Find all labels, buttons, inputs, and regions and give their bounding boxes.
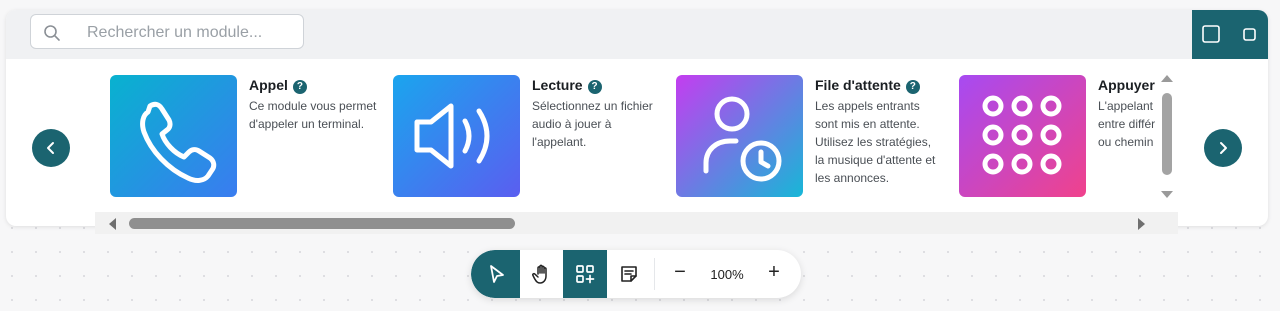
help-icon[interactable]: ? [587, 80, 602, 94]
help-icon[interactable]: ? [292, 80, 307, 94]
restore-icon[interactable] [1243, 28, 1256, 41]
search-icon [44, 25, 60, 41]
note-icon [621, 266, 637, 282]
add-module-tool-button[interactable] [563, 250, 607, 298]
scroll-up-icon[interactable] [1159, 73, 1175, 83]
zoom-out-button[interactable]: − [668, 260, 692, 286]
notes-tool-button[interactable] [607, 250, 651, 298]
scroll-down-icon[interactable] [1159, 190, 1175, 200]
module-title-text: Appel [249, 77, 288, 93]
module-picker-panel: Appel? Ce module vous permet d'appeler u… [6, 10, 1268, 226]
search-input[interactable] [85, 21, 299, 45]
module-card-appuyer[interactable]: Appuyer? L'appelant entre différ ou chem… [959, 75, 1159, 200]
chevron-left-icon [47, 142, 54, 154]
canvas-toolbar: − 100% + [471, 250, 801, 298]
module-description: Les appels entrants sont mis en attente.… [815, 99, 936, 185]
maximize-icon[interactable] [1202, 25, 1220, 43]
module-title: Appel? [249, 77, 307, 94]
cursor-icon [490, 265, 504, 283]
horizontal-scroll-thumb[interactable] [129, 218, 515, 229]
module-description: Sélectionnez un fichier audio à jouer à … [532, 99, 653, 149]
carousel-next-button[interactable] [1204, 129, 1242, 167]
hand-icon [532, 264, 547, 284]
module-title-text: File d'attente [815, 77, 901, 93]
help-icon[interactable]: ? [905, 80, 920, 94]
module-card-file-attente[interactable]: File d'attente? Les appels entrants sont… [676, 75, 946, 200]
zoom-level: 100% [710, 267, 744, 282]
scroll-right-icon[interactable] [1137, 217, 1147, 231]
module-tile-appuyer[interactable] [959, 75, 1086, 197]
toolbar-divider [654, 258, 655, 290]
module-card-appel[interactable]: Appel? Ce module vous permet d'appeler u… [110, 75, 380, 200]
vertical-scroll-thumb[interactable] [1162, 93, 1172, 175]
vertical-scrollbar[interactable] [1156, 59, 1178, 209]
search-box[interactable] [30, 14, 304, 49]
chevron-right-icon [1220, 142, 1227, 154]
phone-icon [140, 101, 217, 183]
module-tile-lecture[interactable] [393, 75, 520, 197]
module-description: Ce module vous permet d'appeler un termi… [249, 99, 377, 131]
select-tool-button[interactable] [471, 250, 520, 298]
pan-tool-button[interactable] [520, 250, 564, 298]
module-description: L'appelant entre différ ou chemin [1098, 99, 1156, 149]
horizontal-scrollbar[interactable] [95, 212, 1178, 234]
module-tile-file-attente[interactable] [676, 75, 803, 197]
zoom-in-button[interactable]: + [762, 260, 786, 286]
module-title: File d'attente? [815, 77, 920, 94]
carousel-prev-button[interactable] [32, 129, 70, 167]
window-controls [1192, 10, 1268, 59]
module-title-text: Lecture [532, 77, 583, 93]
keypad-icon [982, 95, 1062, 175]
module-tile-appel[interactable] [110, 75, 237, 197]
module-card-lecture[interactable]: Lecture? Sélectionnez un fichier audio à… [393, 75, 663, 200]
scroll-left-icon[interactable] [107, 217, 117, 231]
user-clock-icon [703, 96, 782, 182]
panel-header [6, 10, 1268, 59]
module-title: Lecture? [532, 77, 602, 94]
speaker-icon [414, 103, 490, 169]
grid-plus-icon [576, 265, 595, 284]
module-title-text: Appuyer [1098, 77, 1155, 93]
module-title: Appuyer? [1098, 77, 1159, 94]
